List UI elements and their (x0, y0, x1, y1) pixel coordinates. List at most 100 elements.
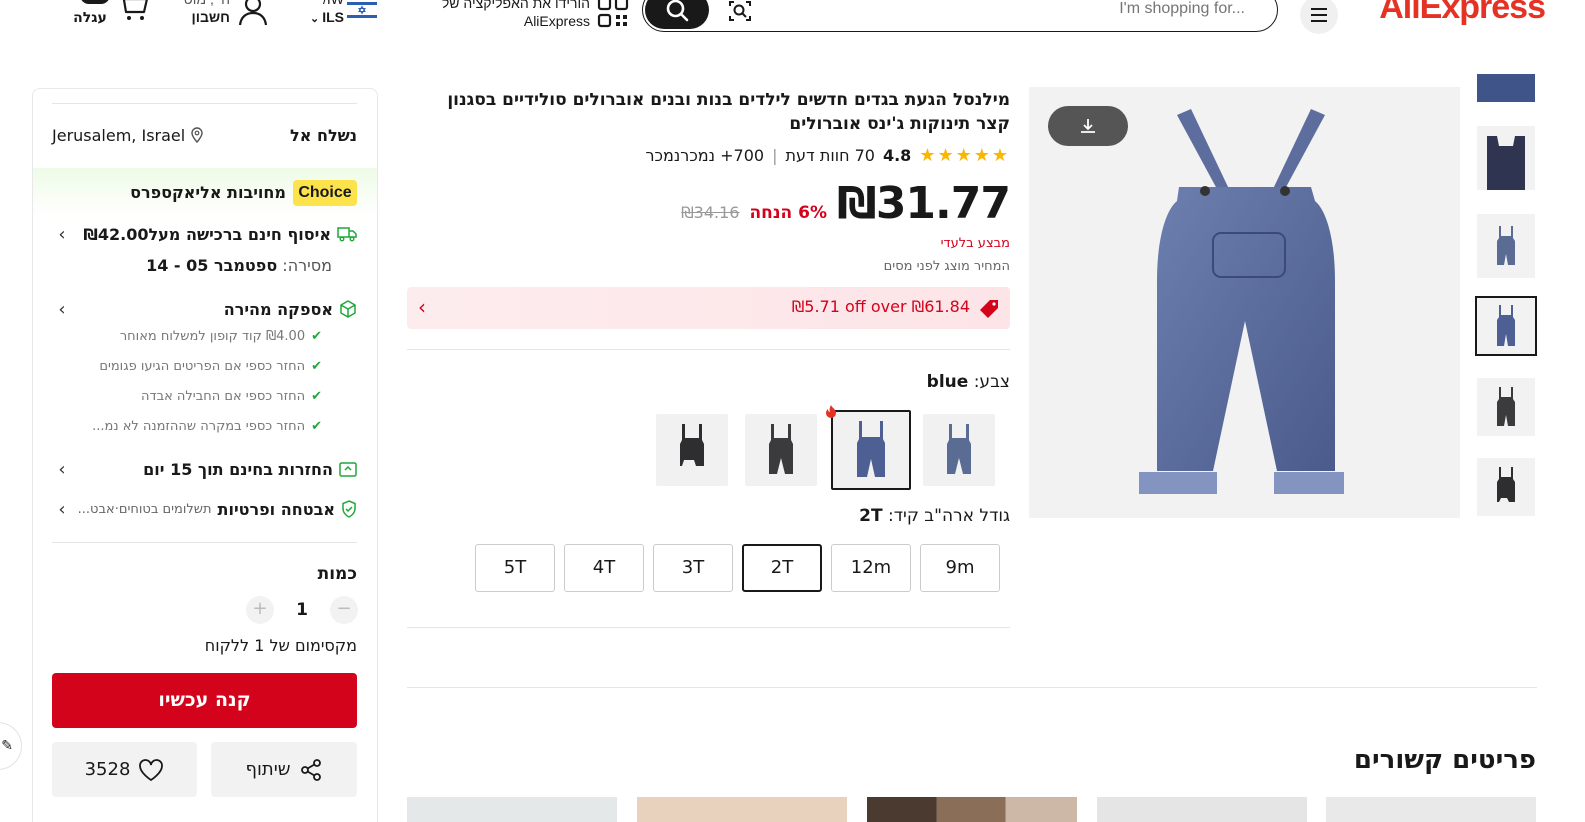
size-option[interactable]: 12m (831, 544, 911, 592)
thumbnail[interactable] (1477, 126, 1535, 190)
free-shipping-row[interactable]: ‹ איסוף חינם ברכישה מעל₪42.00 (52, 222, 357, 246)
color-label: צבע: blue (926, 372, 1010, 392)
choice-badge: Choice (293, 180, 357, 206)
download-icon (1081, 119, 1095, 133)
divider (407, 687, 1537, 688)
user-icon[interactable] (238, 0, 268, 30)
divider (52, 103, 357, 104)
chevron-left-icon: ‹ (58, 298, 66, 320)
feedback-button[interactable]: ✎ (0, 722, 22, 770)
wishlist-count: 3528 (84, 759, 131, 780)
thumbnail[interactable] (1477, 74, 1535, 102)
download-image-button[interactable] (1048, 106, 1128, 146)
share-button[interactable]: שיתוף (211, 742, 357, 797)
related-item-card[interactable] (867, 797, 1077, 822)
max-quantity-note: מקסימום של 1 ללקוח (204, 636, 357, 655)
related-item-card[interactable] (1326, 797, 1536, 822)
ship-to-row[interactable]: Jerusalem, Israel נשלח אל (52, 124, 357, 146)
selected-color: blue (926, 372, 969, 392)
search-button[interactable] (645, 0, 709, 29)
selected-size: 2T (859, 506, 883, 526)
size-option[interactable]: 4T (564, 544, 644, 592)
quantity-title: כמות (317, 564, 357, 584)
israel-flag-icon (347, 0, 377, 20)
quantity-value: 1 (296, 600, 308, 620)
account-label: חשבון (191, 9, 231, 25)
account-menu[interactable]: היי, מוט חשבון (168, 0, 230, 26)
share-icon (300, 758, 321, 781)
free-returns-text: החזרות בחינם תוך 15 יום (143, 459, 333, 479)
color-swatch[interactable] (923, 414, 995, 486)
check-icon: ✔ (311, 389, 322, 404)
wishlist-button[interactable]: 3528 (52, 742, 197, 797)
fast-delivery-row[interactable]: ‹ אספקה מהירה (52, 297, 357, 321)
divider (407, 627, 1010, 628)
tax-note: המחיר מוצג לפני מסים (883, 259, 1010, 274)
security-row[interactable]: ‹ אבטחה ופרטיות תשלומים בטוחים·אבט... (52, 497, 357, 521)
cart-icon[interactable] (117, 0, 149, 26)
search-icon (666, 0, 689, 22)
quantity-stepper: + 1 − (246, 596, 358, 624)
product-main-image[interactable] (1029, 87, 1460, 518)
download-app-brand: AliExpress (523, 13, 590, 29)
location-text: Jerusalem, Israel (52, 125, 186, 145)
share-label: שיתוף (245, 759, 291, 780)
size-option[interactable]: 5T (475, 544, 555, 592)
box-icon (340, 300, 356, 318)
original-price: ₪34.16 (681, 203, 740, 222)
related-item-card[interactable] (637, 797, 847, 822)
decrease-button[interactable]: − (330, 596, 358, 624)
star-rating-icon: ★★★★★ (919, 145, 1010, 166)
currency-label: ILS (322, 9, 344, 25)
guarantee-item: ✔החזר כספי אם החבילה אבדה (141, 389, 322, 404)
pencil-icon: ✎ (1, 738, 13, 754)
security-subtitle: תשלומים בטוחים·אבט... (77, 501, 212, 517)
security-title: אבטחה ופרטיות (217, 499, 335, 519)
truck-icon (337, 227, 357, 242)
exclusive-deal-note: מבצע בלעדי (940, 236, 1010, 251)
thumbnail[interactable] (1477, 458, 1535, 516)
thumbnail[interactable] (1477, 378, 1535, 436)
coupon-text: ₪5.71 off over ₪61.84 (791, 297, 970, 316)
flame-icon (825, 404, 837, 422)
image-search-icon[interactable] (728, 0, 752, 27)
thumbnail-selected[interactable] (1475, 296, 1537, 356)
qr-code-icon[interactable] (597, 0, 629, 32)
currency-selector[interactable]: /IW ⌄ ILS (300, 0, 344, 28)
return-box-icon (339, 462, 357, 477)
current-price: ₪31.77 (837, 178, 1011, 229)
account-greeting: היי, מוט (168, 0, 230, 8)
chevron-left-icon: ‹ (418, 295, 426, 319)
heart-icon (139, 758, 164, 781)
location-pin-icon (191, 127, 203, 143)
aliexpress-logo[interactable]: AliExpress (1379, 0, 1546, 27)
fast-delivery-text: אספקה מהירה (223, 299, 333, 319)
free-returns-row[interactable]: ‹ החזרות בחינם תוך 15 יום (52, 457, 357, 481)
download-app-link[interactable]: הורידו את האפליקציה של AliExpress (430, 0, 590, 30)
delivery-label: מסירה: (282, 256, 332, 275)
location-selector[interactable]: Jerusalem, Israel (52, 126, 203, 145)
review-count[interactable]: 70 חוות דעת (785, 146, 874, 165)
divider (407, 349, 1010, 350)
delivery-dates: ספטמבר 05 - 14 (146, 256, 278, 275)
color-swatch[interactable] (656, 414, 728, 486)
cart-label[interactable]: עגלה (70, 10, 110, 26)
check-icon: ✔ (311, 359, 322, 374)
thumbnail[interactable] (1477, 214, 1535, 278)
coupon-tag-icon (978, 299, 1000, 323)
related-item-card[interactable] (1097, 797, 1307, 822)
choice-commitment-text: מחויבות אליאקספרס (130, 183, 286, 202)
color-swatch-selected[interactable] (831, 410, 911, 490)
size-option[interactable]: 3T (653, 544, 733, 592)
product-title: מילנסל הגעת בגדים חדשים לילדים בנות ובני… (447, 90, 1010, 134)
menu-button[interactable] (1300, 0, 1338, 34)
buy-now-button[interactable]: קנה עכשיו (52, 673, 357, 728)
increase-button[interactable]: + (246, 596, 274, 624)
rating-value: 4.8 (882, 146, 912, 165)
search-input[interactable] (760, 0, 1245, 26)
size-option[interactable]: 9m (920, 544, 1000, 592)
size-option-selected[interactable]: 2T (742, 544, 822, 592)
related-item-card[interactable] (407, 797, 617, 822)
price-row: ₪34.16 6% הנחה ₪31.77 (560, 178, 1011, 229)
color-swatch[interactable] (745, 414, 817, 486)
